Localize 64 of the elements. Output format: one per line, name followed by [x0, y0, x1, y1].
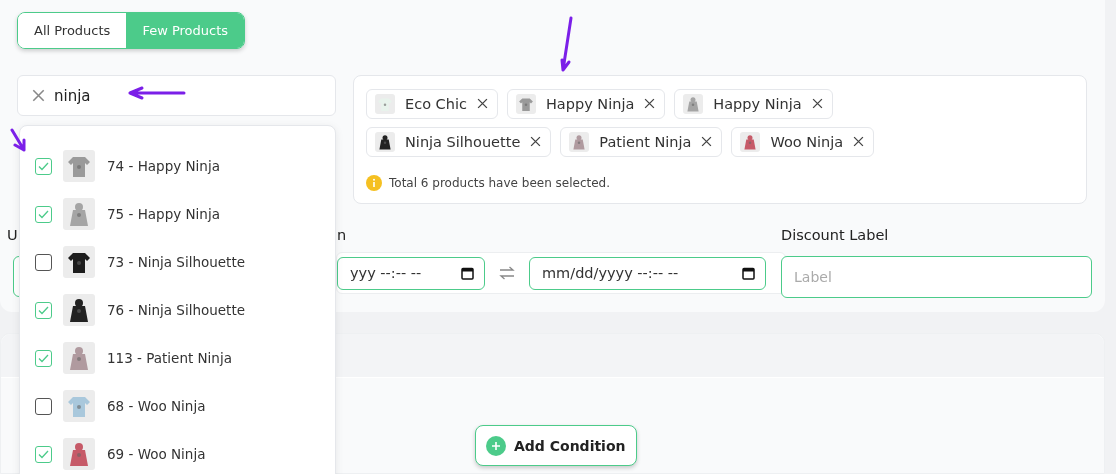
checkbox[interactable]	[35, 349, 52, 367]
chip-label: Eco Chic	[405, 96, 467, 112]
arrow-icon	[10, 128, 27, 153]
end-date-field[interactable]: mm/dd/yyyy --:-- --	[529, 256, 766, 290]
checkbox[interactable]	[35, 205, 52, 223]
close-icon	[32, 89, 45, 102]
result-label: 69 - Woo Ninja	[107, 446, 206, 462]
selection-note: Total 6 products have been selected.	[389, 176, 611, 190]
close-icon	[701, 136, 713, 147]
close-icon	[644, 98, 656, 109]
check-icon	[38, 209, 49, 219]
close-icon	[811, 98, 823, 109]
remove-button[interactable]	[476, 98, 489, 110]
calendar-icon	[742, 266, 755, 280]
add-condition-button[interactable]: Add Condition	[475, 425, 637, 466]
result-item[interactable]: 113 - Patient Ninja	[35, 334, 335, 382]
start-date-field[interactable]: yyy --:-- --	[337, 256, 485, 290]
checkbox[interactable]	[35, 301, 52, 319]
result-item[interactable]: 73 - Ninja Silhouette	[35, 238, 335, 286]
check-icon	[38, 161, 49, 171]
arrow-icon	[560, 16, 573, 73]
result-label: 74 - Happy Ninja	[107, 158, 220, 174]
chip-label: Woo Ninja	[770, 134, 844, 150]
result-item[interactable]: 69 - Woo Ninja	[35, 430, 335, 474]
chip-label: Happy Ninja	[713, 96, 802, 112]
remove-button[interactable]	[853, 136, 866, 148]
close-icon	[530, 136, 542, 147]
chip-label: Ninja Silhouette	[405, 134, 521, 150]
result-label: 113 - Patient Ninja	[107, 350, 232, 366]
calendar-icon	[461, 266, 474, 280]
checkbox[interactable]	[35, 157, 52, 175]
search-field[interactable]: ninja	[17, 75, 336, 116]
field-label: U	[7, 227, 18, 243]
result-label: 75 - Happy Ninja	[107, 206, 220, 222]
check-icon	[38, 449, 49, 459]
info-icon	[366, 175, 382, 191]
close-icon	[853, 136, 865, 147]
checkbox[interactable]	[35, 397, 52, 415]
remove-button[interactable]	[644, 98, 657, 110]
remove-button[interactable]	[811, 98, 824, 110]
field-label: Discount Label	[781, 227, 889, 243]
remove-button[interactable]	[701, 136, 714, 148]
result-label: 76 - Ninja Silhouette	[107, 302, 245, 318]
result-item[interactable]: 74 - Happy Ninja	[35, 142, 335, 190]
check-icon	[38, 305, 49, 315]
result-item[interactable]: 76 - Ninja Silhouette	[35, 286, 335, 334]
chip-label: Patient Ninja	[599, 134, 692, 150]
remove-button[interactable]	[530, 136, 543, 148]
field-label: n	[337, 227, 347, 243]
label-field[interactable]: Label	[781, 256, 1092, 298]
segment-tab[interactable]: All Products	[18, 13, 127, 48]
close-icon	[476, 98, 488, 109]
result-label: 73 - Ninja Silhouette	[107, 254, 245, 270]
checkbox[interactable]	[35, 253, 52, 271]
plus-icon	[486, 435, 506, 456]
result-item[interactable]: 75 - Happy Ninja	[35, 190, 335, 238]
chip-label: Happy Ninja	[545, 96, 635, 112]
result-item[interactable]: 68 - Woo Ninja	[35, 382, 335, 430]
clear-button[interactable]	[32, 89, 45, 102]
swap-icon	[499, 266, 515, 280]
result-label: 68 - Woo Ninja	[107, 398, 206, 414]
check-icon	[38, 353, 49, 363]
checkbox[interactable]	[35, 445, 52, 463]
arrow-icon	[128, 86, 186, 100]
